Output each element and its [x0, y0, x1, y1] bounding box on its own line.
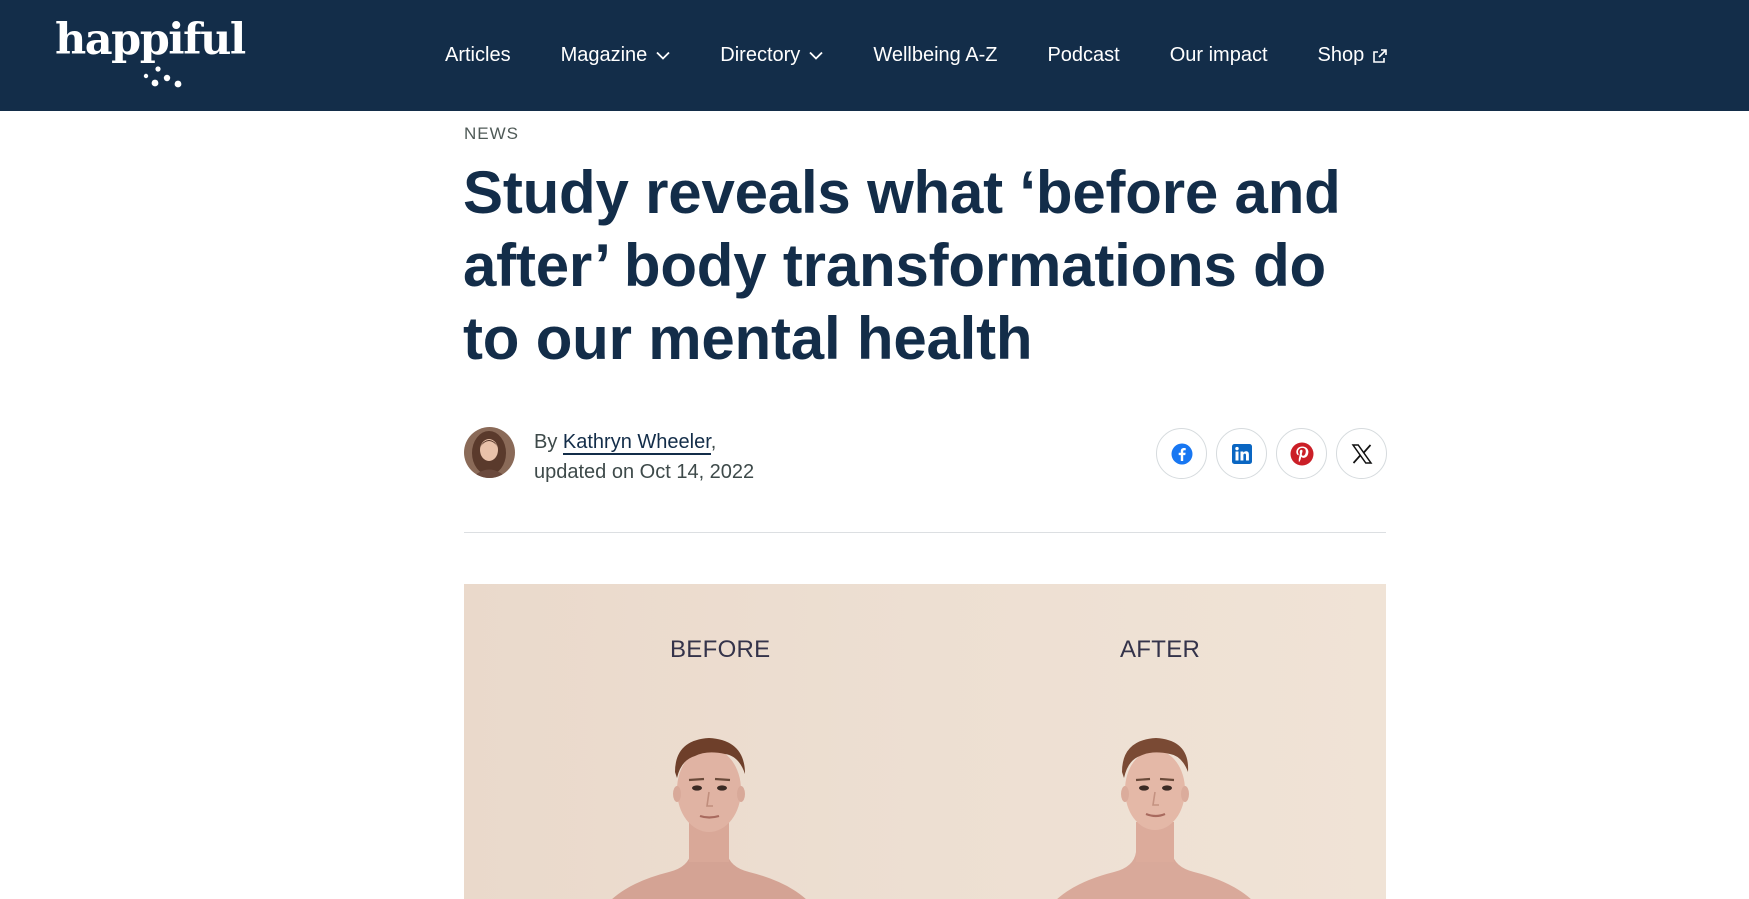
main-nav: Articles Magazine Directory Wellbeing A-…	[445, 0, 1388, 111]
hero-label-after: AFTER	[1120, 636, 1201, 663]
site-header: happiful Articles Magazine Directory Wel…	[0, 0, 1749, 111]
nav-podcast-label: Podcast	[1047, 44, 1120, 66]
author-avatar[interactable]	[464, 427, 515, 478]
nav-wellbeing-label: Wellbeing A-Z	[873, 44, 998, 66]
pinterest-icon	[1290, 442, 1313, 465]
byline-prefix: By	[534, 431, 558, 453]
byline-comma: ,	[710, 431, 717, 453]
chevron-down-icon	[656, 51, 670, 60]
updated-date: updated on Oct 14, 2022	[534, 461, 755, 483]
facebook-icon	[1171, 443, 1192, 464]
linkedin-icon	[1231, 443, 1252, 464]
nav-shop-label: Shop	[1317, 44, 1365, 66]
chevron-down-icon	[809, 51, 823, 60]
article-category[interactable]: NEWS	[464, 124, 519, 144]
nav-articles-label: Articles	[445, 44, 511, 66]
nav-podcast[interactable]: Podcast	[1047, 44, 1119, 67]
share-x-button[interactable]	[1336, 428, 1387, 479]
nav-our-impact-label: Our impact	[1169, 44, 1268, 66]
x-icon	[1351, 443, 1372, 464]
nav-wellbeing-a-z[interactable]: Wellbeing A-Z	[873, 44, 997, 67]
hero-man-after-image	[1057, 738, 1251, 899]
author-avatar-image	[464, 427, 515, 478]
nav-directory-label: Directory	[720, 44, 801, 66]
hero-label-before: BEFORE	[670, 636, 771, 663]
nav-magazine[interactable]: Magazine	[561, 44, 671, 67]
nav-our-impact[interactable]: Our impact	[1170, 44, 1268, 67]
hero-man-before-image	[612, 738, 806, 899]
author-link[interactable]: Kathryn Wheeler	[562, 431, 711, 455]
byline-text: By Kathryn Wheeler, updated on Oct 14, 2…	[534, 427, 854, 487]
share-buttons	[1156, 428, 1387, 479]
byline-divider	[464, 532, 1386, 533]
share-linkedin-button[interactable]	[1216, 428, 1267, 479]
nav-shop[interactable]: Shop	[1318, 44, 1389, 67]
nav-articles[interactable]: Articles	[445, 44, 511, 67]
hero-image: BEFORE AFTER	[464, 584, 1386, 899]
site-logo[interactable]: happiful	[55, 14, 246, 90]
logo-dots-icon	[143, 66, 182, 90]
nav-directory[interactable]: Directory	[720, 44, 823, 67]
external-link-icon	[1373, 48, 1388, 63]
nav-magazine-label: Magazine	[560, 44, 648, 66]
share-facebook-button[interactable]	[1156, 428, 1207, 479]
share-pinterest-button[interactable]	[1276, 428, 1327, 479]
article-title: Study reveals what ‘before and after’ bo…	[463, 159, 1341, 372]
